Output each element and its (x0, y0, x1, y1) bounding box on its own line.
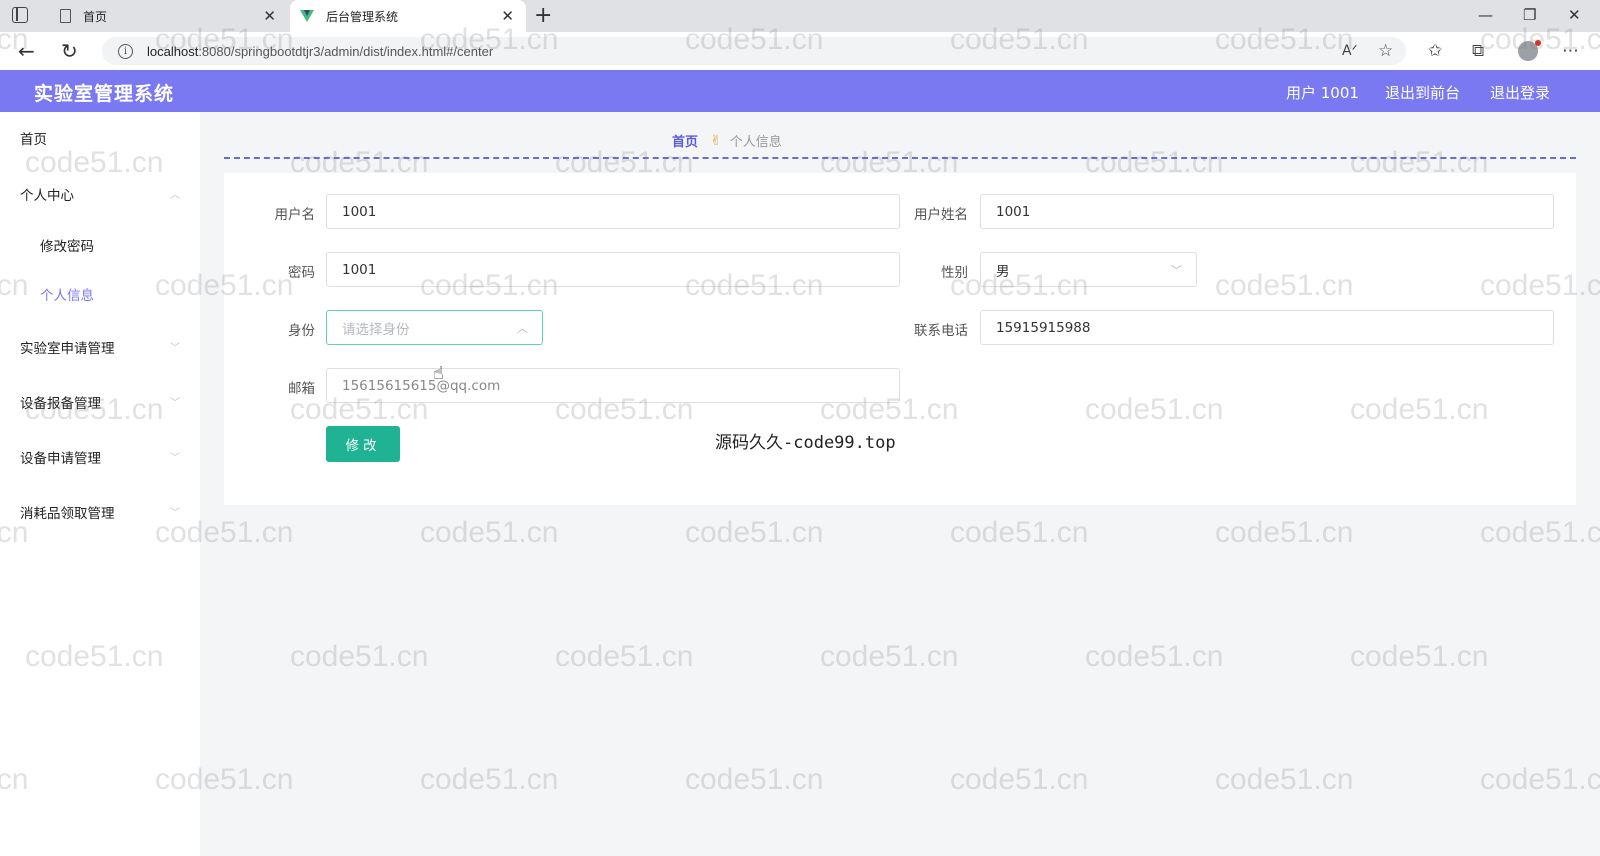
chevron-down-icon: ﹀ (170, 343, 180, 354)
address-bar[interactable]: i localhost:8080/springbootdtjr3/admin/d… (102, 37, 1406, 65)
window-close-icon[interactable]: ✕ (1568, 4, 1581, 26)
browser-tabstrip: 首页 ✕ 后台管理系统 ✕ + — ❐ ✕ (0, 0, 1600, 32)
app-title: 实验室管理系统 (34, 83, 175, 105)
email-input[interactable]: 15615615615@qq.com (326, 368, 900, 403)
password-label: 密码 (288, 265, 315, 281)
sidebar: 首页 个人中心 ︿ 修改密码 个人信息 实验室申请管理 ﹀ 设备报备管理 ﹀ 设备申请… (0, 112, 200, 856)
sidebar-item-home[interactable]: 首页 (20, 128, 180, 148)
browser-tab-admin[interactable]: 后台管理系统 ✕ (290, 0, 526, 32)
watermark-text: code51.cn (1085, 640, 1224, 673)
url-text: localhost:8080/springbootdtjr3/admin/dis… (147, 43, 494, 59)
realname-input[interactable]: 1001 (980, 194, 1554, 229)
watermark-text: code51.cn (1215, 516, 1354, 549)
breadcrumb-home[interactable]: 首页 (672, 131, 698, 150)
hand-cursor-icon: ☝ (433, 363, 444, 384)
sidebar-item-change-password[interactable]: 修改密码 (40, 235, 200, 255)
gender-label: 性别 (941, 265, 968, 281)
update-button[interactable]: 修改 (326, 426, 400, 462)
watermark-text: code51.cn (950, 763, 1089, 796)
chevron-down-icon: ﹀ (170, 508, 180, 519)
watermark-text: code51.cn (950, 516, 1089, 549)
more-icon[interactable]: ⋯ (1562, 41, 1579, 61)
close-icon[interactable]: ✕ (263, 7, 276, 25)
chevron-down-icon: ﹀ (170, 398, 180, 409)
watermark-text: code51.cn (1480, 763, 1600, 796)
app-header: 实验室管理系统 用户 1001 退出到前台 退出登录 (0, 70, 1600, 112)
info-icon[interactable]: i (118, 43, 133, 59)
chevron-up-icon: ︿ (517, 322, 528, 335)
sidebar-item-equipment-application[interactable]: 设备申请管理 ﹀ (20, 447, 180, 467)
chevron-down-icon: ﹀ (170, 453, 180, 464)
sidebar-item-consumables[interactable]: 消耗品领取管理 ﹀ (20, 502, 180, 522)
back-arrow-icon[interactable]: ← (18, 39, 35, 63)
breadcrumb: 首页 ✌ 个人信息 (672, 131, 782, 151)
tab-title: 首页 (83, 9, 108, 24)
watermark-text: code51.cn (555, 640, 694, 673)
chevron-down-icon: ﹀ (1171, 264, 1182, 277)
tab-title: 后台管理系统 (326, 9, 399, 24)
read-aloud-icon[interactable]: Aᐟ (1342, 41, 1358, 61)
browser-toolbar: ← ↻ i localhost:8080/springbootdtjr3/adm… (0, 32, 1600, 70)
sidebar-item-personal-center[interactable]: 个人中心 ︿ (20, 184, 180, 204)
phone-label: 联系电话 (914, 323, 968, 339)
profile-avatar[interactable] (1518, 40, 1541, 61)
watermark-text: code51.cn (820, 640, 959, 673)
email-label: 邮箱 (288, 381, 315, 397)
favorites-icon[interactable]: ✩ (1428, 41, 1442, 61)
exit-to-front-link[interactable]: 退出到前台 (1385, 82, 1460, 103)
role-select[interactable]: 请选择身份 ︿ (326, 310, 543, 345)
watermark-text: code51.cn (1215, 763, 1354, 796)
password-input[interactable]: 1001 (326, 252, 900, 287)
username-input[interactable]: 1001 (326, 194, 900, 229)
chevron-up-icon: ︿ (170, 190, 180, 201)
minimize-icon[interactable]: — (1478, 4, 1493, 26)
sidebar-item-profile[interactable]: 个人信息 (40, 284, 200, 304)
sidebar-item-equipment-report[interactable]: 设备报备管理 ﹀ (20, 392, 180, 412)
watermark-text: code51.cn (1350, 640, 1489, 673)
watermark-text: code51.cn (1480, 516, 1600, 549)
phone-input[interactable]: 15915915988 (980, 310, 1554, 345)
watermark-text: code51.cn (420, 763, 559, 796)
divider (224, 157, 1576, 159)
sidebar-item-lab-application[interactable]: 实验室申请管理 ﹀ (20, 337, 180, 357)
gender-select[interactable]: 男 ﹀ (980, 252, 1197, 287)
tab-actions-icon[interactable] (12, 7, 28, 23)
restore-icon[interactable]: ❐ (1523, 4, 1536, 26)
reload-icon[interactable]: ↻ (61, 39, 78, 63)
watermark-text: code51.cn (420, 516, 559, 549)
role-label: 身份 (288, 323, 315, 339)
browser-tab-home[interactable]: 首页 ✕ (48, 0, 288, 32)
watermark-text: code51.cn (685, 516, 824, 549)
close-icon[interactable]: ✕ (501, 7, 514, 25)
watermark-text: code51.cn (290, 640, 429, 673)
realname-label: 用户姓名 (914, 207, 968, 223)
new-tab-icon[interactable]: + (534, 3, 552, 29)
vue-logo-icon (300, 10, 314, 22)
logout-link[interactable]: 退出登录 (1490, 82, 1550, 103)
collections-icon[interactable]: ⧉ (1472, 41, 1484, 61)
watermark-text: code51.cn (685, 763, 824, 796)
hand-icon: ✌ (710, 132, 722, 149)
overlay-watermark: 源码久久-code99.top (715, 433, 896, 453)
username-label: 用户名 (274, 207, 316, 223)
current-user-label: 用户 1001 (1286, 84, 1359, 102)
add-favorite-icon[interactable]: ☆ (1378, 41, 1393, 61)
page-icon (60, 9, 71, 23)
breadcrumb-current: 个人信息 (729, 135, 782, 150)
